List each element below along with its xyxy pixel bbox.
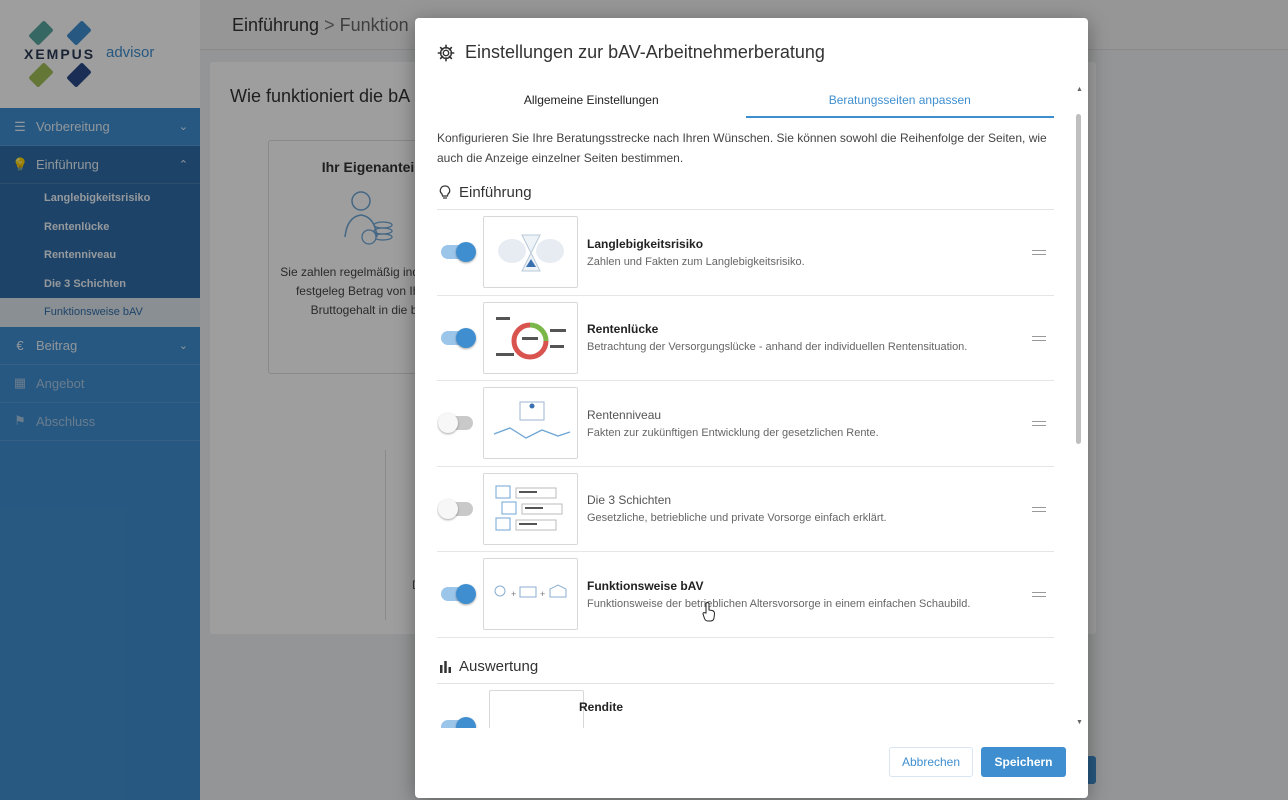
intro-text: Konfigurieren Sie Ihre Beratungsstrecke … <box>437 131 1047 165</box>
section-title: Auswertung <box>459 657 539 675</box>
drag-handle-icon[interactable] <box>1032 335 1046 341</box>
thumbnail-langlebigkeitsrisiko <box>483 216 578 289</box>
gear-icon <box>437 44 455 61</box>
scroll-down-icon[interactable]: ▼ <box>1076 719 1083 726</box>
thumbnail-funktionsweise-bav: + + <box>483 558 578 631</box>
page-title: Langlebigkeitsrisiko <box>587 236 704 251</box>
page-visibility-toggle[interactable] <box>441 584 476 605</box>
page-visibility-toggle[interactable] <box>441 327 476 348</box>
svg-text:+: + <box>540 589 545 599</box>
page-row-rentenniveau: Rentenniveau Fakten zur zukünftigen Entw… <box>437 381 1054 467</box>
tab-allgemeine-einstellungen[interactable]: Allgemeine Einstellungen <box>437 86 746 118</box>
page-row-rentenluecke: Rentenlücke Betrachtung der Versorgungsl… <box>437 296 1054 381</box>
drag-handle-icon[interactable] <box>1032 421 1046 426</box>
scrollbar-thumb[interactable] <box>1076 114 1081 444</box>
page-row-langlebigkeitsrisiko: Langlebigkeitsrisiko Zahlen und Fakten z… <box>437 210 1054 296</box>
scroll-up-icon[interactable]: ▲ <box>1076 86 1083 93</box>
page-visibility-toggle[interactable] <box>441 716 476 728</box>
page-description: Gesetzliche, betriebliche und private Vo… <box>587 512 887 525</box>
page-visibility-toggle[interactable] <box>441 242 476 263</box>
lightbulb-icon <box>437 185 453 200</box>
bar-chart-icon <box>437 660 453 673</box>
thumbnail-rentenniveau <box>483 387 578 460</box>
section-header-einfuehrung: Einführung <box>437 180 1054 210</box>
svg-text:+: + <box>511 589 516 599</box>
thumbnail-rendite <box>489 689 584 728</box>
drag-handle-icon[interactable] <box>1032 506 1046 512</box>
tab-beratungsseiten-anpassen[interactable]: Beratungsseiten anpassen <box>745 86 1054 118</box>
drag-handle-icon[interactable] <box>1032 592 1046 597</box>
page-description: Fakten zur zukünftigen Entwicklung der g… <box>587 426 879 439</box>
page-row-3-schichten: Die 3 Schichten Gesetzliche, betrieblich… <box>437 467 1054 552</box>
save-button[interactable]: Speichern <box>981 747 1066 777</box>
dialog-scroll-content[interactable]: Konfigurieren Sie Ihre Beratungsstrecke … <box>437 126 1054 728</box>
page-title: Funktionsweise bAV <box>587 578 704 593</box>
page-description: Funktionsweise der betrieblichen Altersv… <box>587 597 971 610</box>
page-title: Rendite <box>579 699 624 714</box>
thumbnail-rentenluecke <box>483 301 578 374</box>
page-description: Zahlen und Fakten zum Langlebigkeitsrisi… <box>587 255 805 268</box>
page-visibility-toggle[interactable] <box>438 498 473 519</box>
thumbnail-3-schichten <box>483 472 578 545</box>
section-title: Einführung <box>459 184 532 201</box>
page-title: Rentenlücke <box>587 322 659 337</box>
page-row-rendite: Rendite <box>437 689 1054 728</box>
dialog-header: Einstellungen zur bAV-Arbeitnehmerberatu… <box>437 42 825 63</box>
dialog-tabs: Allgemeine Einstellungen Beratungsseiten… <box>437 86 1054 118</box>
dialog-title: Einstellungen zur bAV-Arbeitnehmerberatu… <box>465 42 825 62</box>
drag-handle-icon[interactable] <box>1032 250 1046 255</box>
page-title: Rentenniveau <box>587 407 662 422</box>
dialog-scrollbar[interactable]: ▲ ▼ <box>1075 86 1083 726</box>
page-title: Die 3 Schichten <box>587 493 672 508</box>
page-visibility-toggle[interactable] <box>438 413 473 434</box>
hand-cursor-icon <box>702 602 716 622</box>
page-row-funktionsweise-bav: + + Funktionsweise bAV Funktionsweise de… <box>437 552 1054 638</box>
page-description: Betrachtung der Versorgungslücke - anhan… <box>587 341 968 354</box>
settings-dialog: Einstellungen zur bAV-Arbeitnehmerberatu… <box>415 18 1088 798</box>
cancel-button[interactable]: Abbrechen <box>889 747 973 777</box>
section-header-auswertung: Auswertung <box>437 654 1054 684</box>
